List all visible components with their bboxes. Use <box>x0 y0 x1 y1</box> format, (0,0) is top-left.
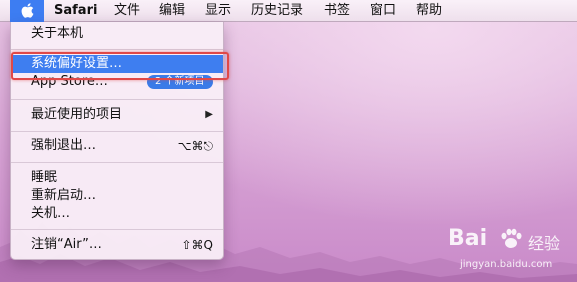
menu-safari[interactable]: Safari <box>54 0 97 22</box>
menu-item-recent-items-label: 最近使用的项目 <box>31 107 123 122</box>
menu-help[interactable]: 帮助 <box>416 0 442 22</box>
menu-item-sleep[interactable]: 睡眠 <box>11 169 223 187</box>
menu-item-force-quit[interactable]: 强制退出… ⌥⌘⎋ <box>11 137 223 155</box>
menu-file[interactable]: 文件 <box>114 0 140 22</box>
menu-view[interactable]: 显示 <box>205 0 231 22</box>
menu-edit[interactable]: 编辑 <box>159 0 185 22</box>
menu-item-about-label: 关于本机 <box>31 26 84 41</box>
menu-item-shutdown[interactable]: 关机… <box>11 205 223 223</box>
watermark-brand: Bai <box>448 226 488 251</box>
red-highlight-frame <box>11 52 229 80</box>
menu-bar: Safari 文件 编辑 显示 历史记录 书签 窗口 帮助 <box>0 0 577 22</box>
watermark-url: jingyan.baidu.com <box>460 259 553 270</box>
menu-item-recent-items[interactable]: 最近使用的项目 ▶ <box>11 106 223 124</box>
menu-separator <box>11 229 223 230</box>
force-quit-shortcut: ⌥⌘⎋ <box>177 139 213 153</box>
menu-item-about[interactable]: 关于本机 <box>11 25 223 43</box>
menu-separator <box>11 131 223 132</box>
menu-history[interactable]: 历史记录 <box>251 0 303 22</box>
submenu-arrow-icon: ▶ <box>205 109 213 120</box>
menu-item-restart[interactable]: 重新启动… <box>11 187 223 205</box>
menu-bookmarks[interactable]: 书签 <box>324 0 350 22</box>
menu-separator <box>11 162 223 163</box>
menu-item-sleep-label: 睡眠 <box>31 170 58 185</box>
logout-shortcut: ⇧⌘Q <box>181 238 214 252</box>
menu-item-shutdown-label: 关机… <box>31 206 71 221</box>
menu-item-logout-label: 注销“Air”… <box>31 237 102 252</box>
menu-item-restart-label: 重新启动… <box>31 188 97 203</box>
watermark-suffix: 经验 <box>528 234 561 253</box>
apple-menu-icon[interactable] <box>10 0 44 22</box>
menu-item-force-quit-label: 强制退出… <box>31 138 97 153</box>
menu-separator <box>11 99 223 100</box>
menu-separator <box>11 49 223 50</box>
paw-icon <box>501 228 522 248</box>
baidu-jingyan-watermark: Bai 经验 jingyan.baidu.com <box>448 226 573 278</box>
menu-item-logout[interactable]: 注销“Air”… ⇧⌘Q <box>11 236 223 254</box>
menu-window[interactable]: 窗口 <box>370 0 396 22</box>
